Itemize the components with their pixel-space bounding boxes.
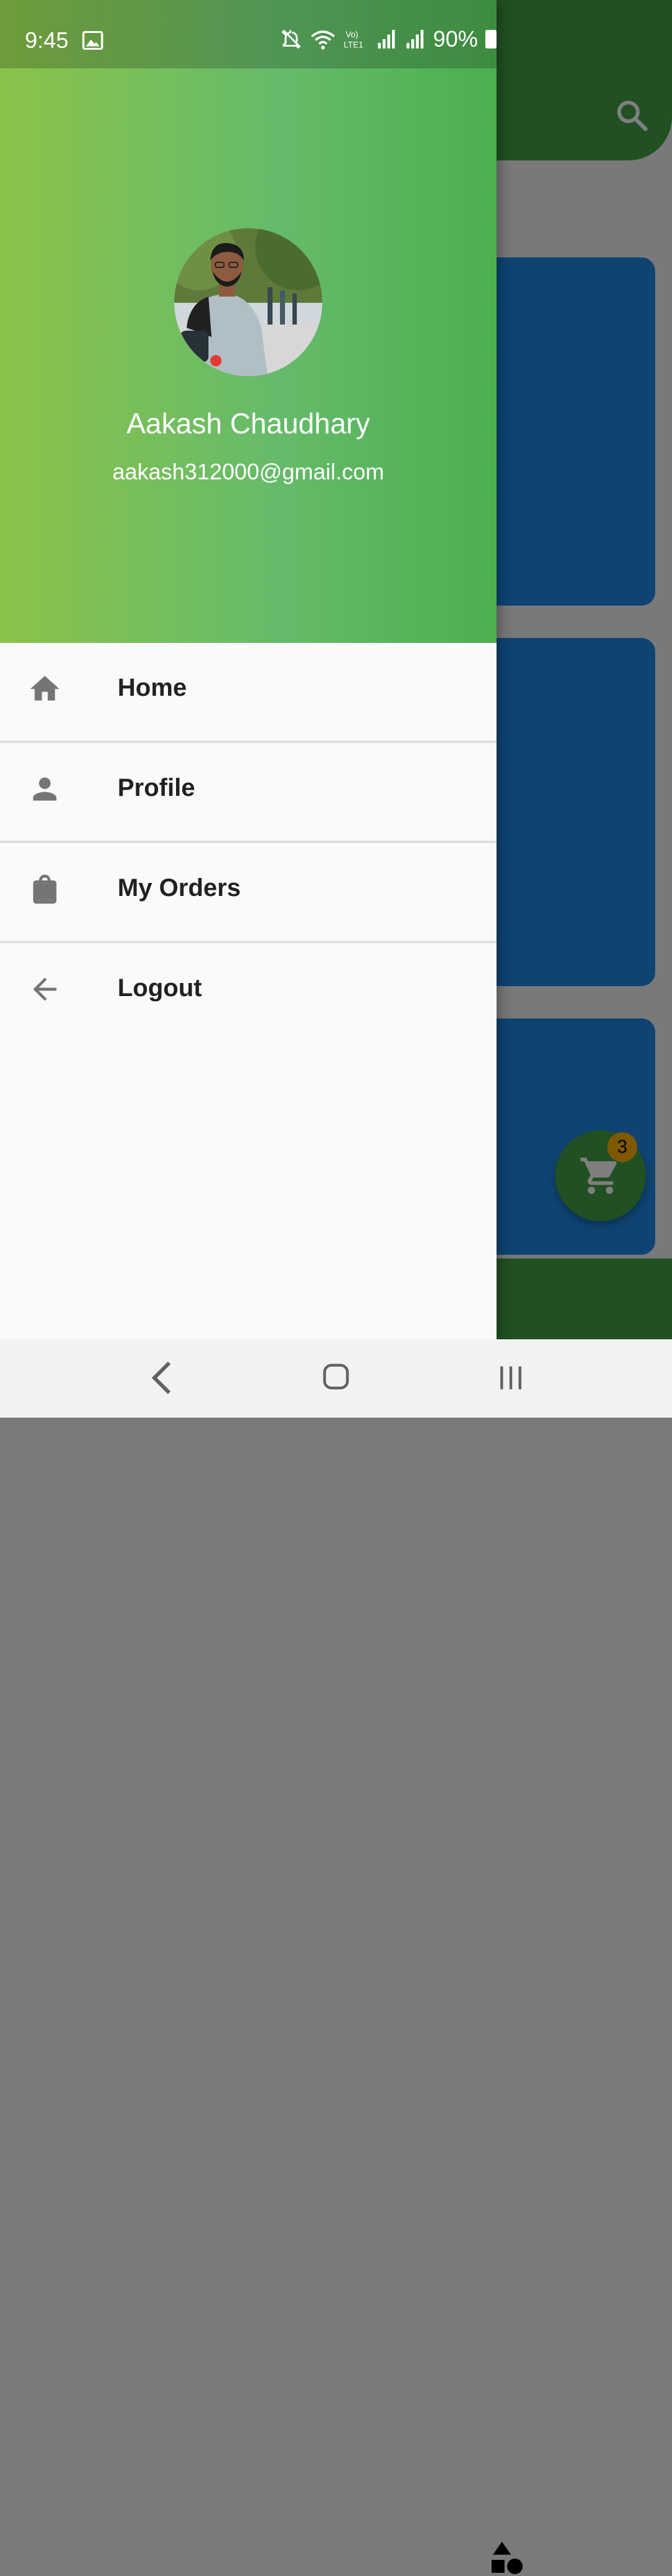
status-bar: 9:45 Vo) LTE1 90%	[0, 0, 672, 68]
svg-text:LTE1: LTE1	[343, 40, 363, 50]
home-nav-icon[interactable]	[322, 1363, 350, 1390]
home-icon	[30, 676, 60, 701]
drawer-item-logout[interactable]: Logout	[0, 943, 497, 1041]
drawer-item-label: Logout	[118, 974, 202, 1002]
avatar-photo	[174, 228, 322, 376]
battery-percentage: 90%	[432, 26, 478, 52]
shapes-icon[interactable]	[492, 2541, 523, 2576]
mute-icon	[281, 29, 301, 49]
arrow-back-icon	[33, 977, 57, 1001]
drawer-header: Aakash Chaudhary aakash312000@gmail.com	[0, 0, 497, 643]
drawer-item-profile[interactable]: Profile	[0, 743, 497, 843]
back-nav-icon[interactable]	[149, 1360, 174, 1395]
navigation-drawer: Aakash Chaudhary aakash312000@gmail.com …	[0, 0, 497, 1339]
person-icon	[33, 777, 57, 801]
drawer-item-my-orders[interactable]: My Orders	[0, 843, 497, 943]
drawer-item-label: Home	[118, 674, 187, 701]
signal-icon	[406, 30, 424, 48]
status-time: 9:45	[25, 27, 69, 53]
user-email: aakash312000@gmail.com	[112, 459, 385, 484]
user-name: Aakash Chaudhary	[126, 407, 370, 440]
wifi-icon	[310, 30, 335, 50]
volte-icon: Vo) LTE1	[343, 30, 363, 50]
drawer-item-label: My Orders	[118, 874, 241, 902]
shopping-bag-icon	[33, 874, 57, 904]
svg-text:Vo): Vo)	[345, 30, 358, 39]
status-icons: Vo) LTE1 90%	[280, 26, 497, 52]
system-nav-bar	[0, 1339, 672, 1418]
signal-icon	[378, 30, 395, 48]
drawer-item-home[interactable]: Home	[0, 643, 497, 743]
drawer-item-label: Profile	[118, 774, 195, 801]
avatar[interactable]	[174, 228, 322, 376]
gallery-icon	[82, 31, 103, 50]
recents-nav-icon[interactable]	[498, 1364, 524, 1392]
battery-icon	[485, 30, 497, 48]
drawer-menu: Home Profile My Orders Logout	[0, 643, 497, 1041]
